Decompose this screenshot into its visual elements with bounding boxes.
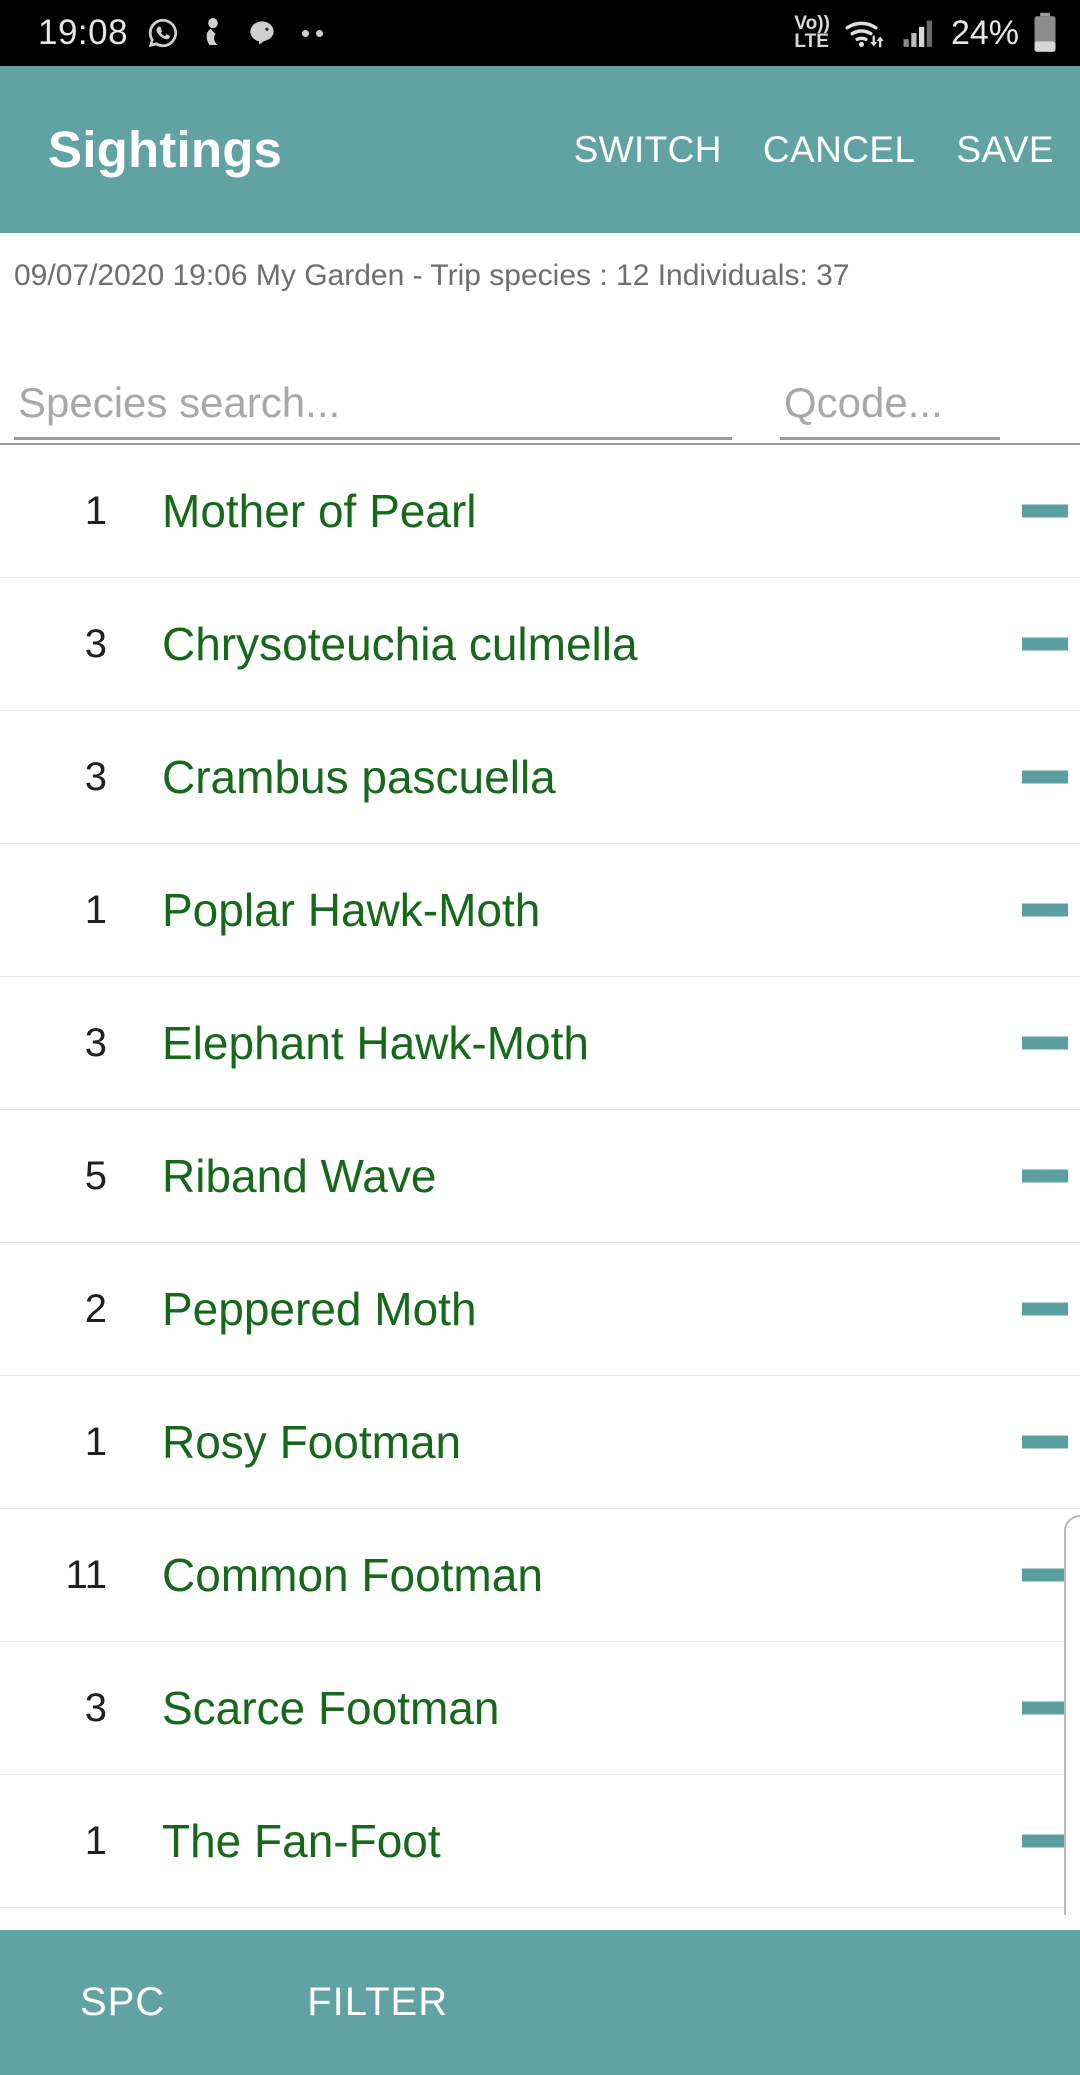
- sighting-count: 3: [84, 754, 107, 799]
- sighting-species-name: Chrysoteuchia culmella: [162, 618, 638, 670]
- minus-icon[interactable]: [1022, 770, 1068, 784]
- status-clock: 19:08: [38, 13, 129, 52]
- minus-icon[interactable]: [1022, 504, 1068, 518]
- save-button[interactable]: SAVE: [956, 129, 1054, 171]
- sighting-count: 1: [84, 1818, 107, 1863]
- sighting-count: 1: [84, 488, 107, 533]
- app-bar: Sightings SWITCH CANCEL SAVE: [0, 66, 1080, 233]
- species-search-field[interactable]: [14, 379, 732, 440]
- minus-icon[interactable]: [1022, 1568, 1068, 1582]
- app-screen: 19:08 Vo)) LTE 24% Sightings SWITCH CANC…: [0, 0, 1080, 2075]
- bird-icon: [246, 18, 278, 48]
- sighting-row[interactable]: 3 Elephant Hawk-Moth: [0, 977, 1080, 1110]
- status-bar-right: Vo)) LTE 24%: [794, 12, 1058, 54]
- sighting-row[interactable]: 2 Peppered Moth: [0, 1243, 1080, 1376]
- minus-icon[interactable]: [1022, 1701, 1068, 1715]
- spc-button[interactable]: SPC: [80, 1980, 165, 2025]
- sighting-row[interactable]: 1 The Fan-Foot: [0, 1775, 1080, 1908]
- battery-icon: [1032, 12, 1058, 54]
- minus-icon[interactable]: [1022, 1169, 1068, 1183]
- sighting-row[interactable]: 3 Chrysoteuchia culmella: [0, 578, 1080, 711]
- cancel-button[interactable]: CANCEL: [763, 129, 916, 171]
- filter-button[interactable]: FILTER: [307, 1980, 448, 2025]
- trip-info-text: 09/07/2020 19:06 My Garden - Trip specie…: [14, 258, 850, 292]
- sighting-row[interactable]: 1 Mother of Pearl: [0, 445, 1080, 578]
- status-bar: 19:08 Vo)) LTE 24%: [0, 0, 1080, 66]
- sighting-count: 3: [84, 1685, 107, 1730]
- search-row: [0, 330, 1080, 440]
- sighting-row[interactable]: 3 Scarce Footman: [0, 1642, 1080, 1775]
- switch-button[interactable]: SWITCH: [574, 129, 722, 171]
- wifi-icon: [843, 15, 889, 51]
- sighting-count: 1: [84, 887, 107, 932]
- sighting-species-name: Elephant Hawk-Moth: [162, 1017, 589, 1069]
- sighting-species-name: Mother of Pearl: [162, 485, 477, 537]
- sighting-species-name: Common Footman: [162, 1549, 543, 1601]
- sighting-species-name: Rosy Footman: [162, 1416, 462, 1468]
- sighting-row[interactable]: 3 Crambus pascuella: [0, 711, 1080, 844]
- qcode-input[interactable]: [780, 379, 1000, 437]
- more-dots-icon: [302, 29, 324, 37]
- sighting-row[interactable]: 11 Common Footman: [0, 1509, 1080, 1642]
- list-scrollbar[interactable]: [1064, 1515, 1080, 1915]
- battery-percent-label: 24%: [950, 13, 1019, 52]
- sighting-species-name: Peppered Moth: [162, 1283, 477, 1335]
- whatsapp-icon: [146, 16, 180, 50]
- sighting-count: 5: [84, 1153, 107, 1198]
- species-search-underline: [14, 437, 732, 440]
- minus-icon[interactable]: [1022, 637, 1068, 651]
- sighting-species-name: Riband Wave: [162, 1150, 437, 1202]
- sighting-species-name: The Fan-Foot: [162, 1815, 441, 1867]
- signal-icon: [902, 16, 936, 50]
- species-search-input[interactable]: [14, 379, 732, 437]
- minus-icon[interactable]: [1022, 1036, 1068, 1050]
- sightings-rows: 1 Mother of Pearl 3 Chrysoteuchia culmella 3…: [0, 445, 1080, 1908]
- sighting-species-name: Scarce Footman: [162, 1682, 500, 1734]
- sighting-count: 1: [84, 1419, 107, 1464]
- sighting-count: 11: [65, 1552, 107, 1597]
- qcode-underline: [780, 437, 1000, 440]
- sighting-row[interactable]: 5 Riband Wave: [0, 1110, 1080, 1243]
- minus-icon[interactable]: [1022, 1834, 1068, 1848]
- sighting-count: 2: [84, 1286, 107, 1331]
- sighting-row[interactable]: 1 Poplar Hawk-Moth: [0, 844, 1080, 977]
- app-bar-actions: SWITCH CANCEL SAVE: [574, 129, 1054, 171]
- volte-label-bottom: LTE: [794, 31, 829, 52]
- minus-icon[interactable]: [1022, 1435, 1068, 1449]
- minus-icon[interactable]: [1022, 903, 1068, 917]
- qcode-field[interactable]: [780, 379, 1000, 440]
- notification-icon: [198, 16, 228, 50]
- volte-icon: Vo)) LTE: [794, 14, 830, 52]
- sighting-species-name: Poplar Hawk-Moth: [162, 884, 541, 936]
- sightings-list[interactable]: 1 Mother of Pearl 3 Chrysoteuchia culmella 3…: [0, 443, 1080, 1925]
- bottom-bar: SPC FILTER: [0, 1930, 1080, 2075]
- sighting-count: 3: [84, 1020, 107, 1065]
- status-bar-left: 19:08: [38, 13, 324, 53]
- sighting-count: 3: [84, 621, 107, 666]
- minus-icon[interactable]: [1022, 1302, 1068, 1316]
- sighting-species-name: Crambus pascuella: [162, 751, 556, 803]
- sighting-row[interactable]: 1 Rosy Footman: [0, 1376, 1080, 1509]
- page-title: Sightings: [48, 121, 283, 178]
